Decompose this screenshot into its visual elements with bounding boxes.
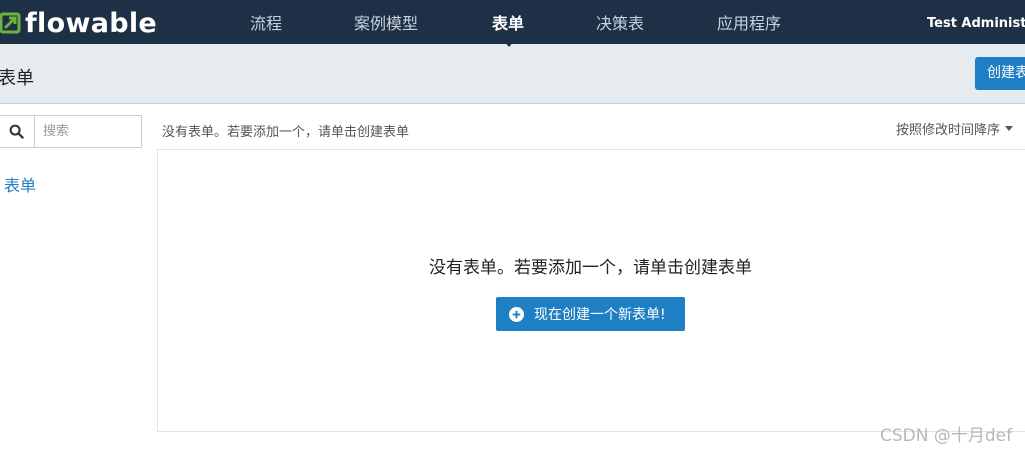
- create-new-form-button[interactable]: 现在创建一个新表单!: [496, 297, 685, 331]
- create-new-form-label: 现在创建一个新表单!: [534, 307, 666, 323]
- search-input[interactable]: [35, 116, 141, 147]
- plus-circle-icon: [509, 306, 524, 322]
- flowable-logo-icon: [0, 12, 21, 34]
- page-title: 表单: [0, 68, 34, 89]
- nav-item-forms[interactable]: 表单: [492, 14, 524, 34]
- empty-state-message: 没有表单。若要添加一个，请单击创建表单: [429, 258, 752, 278]
- search-icon[interactable]: [0, 116, 35, 147]
- page-header: 表单 创建表单: [0, 44, 1025, 104]
- user-menu[interactable]: Test Administrator: [927, 16, 1025, 31]
- empty-hint-text: 没有表单。若要添加一个，请单击创建表单: [162, 125, 410, 140]
- nav-item-case-models[interactable]: 案例模型: [354, 14, 418, 34]
- active-tab-caret: [503, 40, 515, 47]
- flowable-logo[interactable]: flowable: [0, 7, 158, 39]
- nav-item-apps[interactable]: 应用程序: [717, 14, 781, 34]
- nav-item-process[interactable]: 流程: [250, 14, 282, 34]
- sidebar-filter-forms[interactable]: 表单: [4, 172, 36, 196]
- search-box: [0, 115, 142, 148]
- create-form-button[interactable]: 创建表单: [975, 57, 1025, 90]
- caret-down-icon: [1005, 126, 1014, 131]
- logo-text: flowable: [25, 7, 158, 39]
- top-navigation-bar: flowable 流程 案例模型 表单 决策表 应用程序 Test Admini…: [0, 0, 1025, 44]
- forms-list-panel: 没有表单。若要添加一个，请单击创建表单 现在创建一个新表单!: [157, 149, 1025, 432]
- watermark: CSDN @十月def: [880, 426, 1013, 446]
- sort-dropdown[interactable]: 按照修改时间降序: [896, 119, 1014, 138]
- nav-item-decision-tables[interactable]: 决策表: [596, 14, 644, 34]
- sort-label: 按照修改时间降序: [896, 123, 1001, 138]
